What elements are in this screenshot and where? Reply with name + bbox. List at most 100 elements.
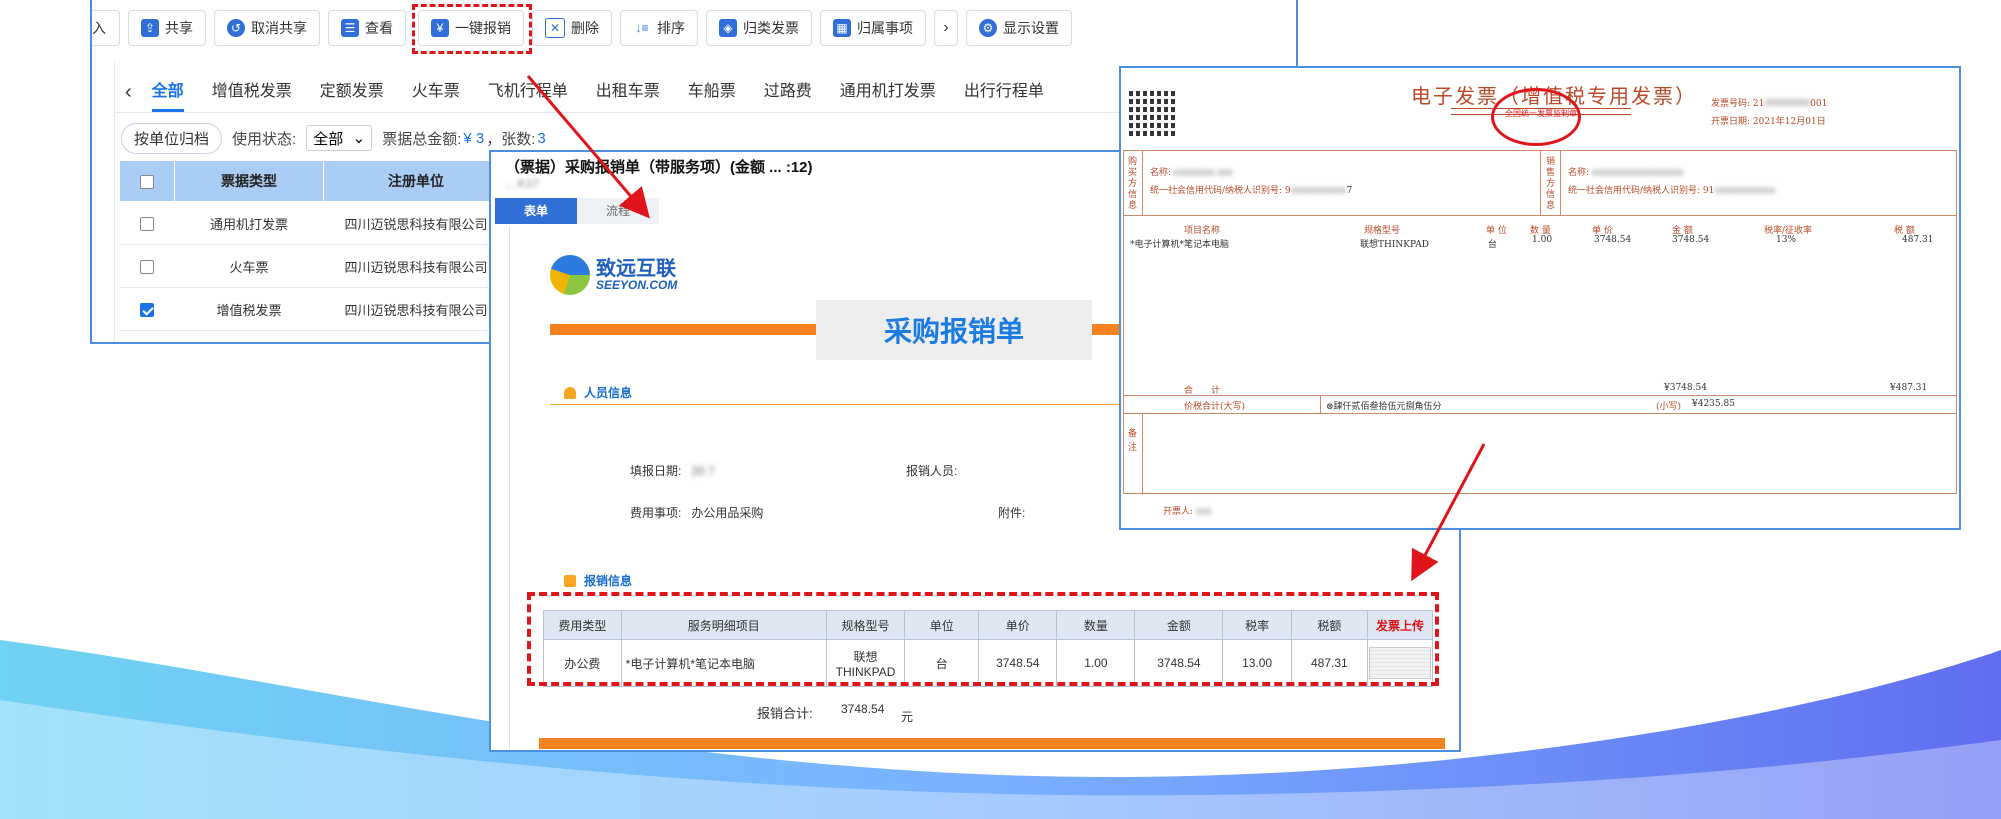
unshare-label: 取消共享 bbox=[251, 20, 307, 36]
person-icon bbox=[564, 386, 576, 399]
tab-machine-printed[interactable]: 通用机打发票 bbox=[826, 72, 950, 112]
status-select[interactable]: 全部 ⌄ bbox=[306, 125, 373, 151]
sum-amount: ¥3748.54 bbox=[1664, 383, 1707, 393]
invoice-table: 票据类型 注册单位 通用机打发票 四川迈锐思科技有限公司 火车票 四川迈锐思科技… bbox=[119, 160, 509, 331]
item-unit: 台 bbox=[1488, 240, 1498, 250]
sort-button[interactable]: ↓≡ 排序 bbox=[620, 10, 698, 46]
select-all-checkbox[interactable] bbox=[140, 175, 154, 190]
expense-item-field: 费用事项: 办公用品采购 bbox=[630, 504, 763, 521]
col-unit: 单 位 bbox=[1486, 226, 1507, 236]
tab-flight[interactable]: 飞机行程单 bbox=[474, 72, 582, 112]
row-checkbox[interactable] bbox=[140, 216, 154, 231]
issuer-label: 开票人: bbox=[1163, 507, 1194, 517]
form-subtitle: ... 4:17 bbox=[505, 178, 539, 190]
reporter-field: 报销人员: bbox=[906, 462, 967, 479]
inv-vline bbox=[1540, 151, 1541, 215]
archive-by-unit-button[interactable]: 按单位归档 bbox=[121, 122, 223, 154]
total-amount-value: ¥ 3 bbox=[463, 129, 485, 147]
row-type: 增值税发票 bbox=[174, 287, 324, 331]
import-button[interactable]: 入 bbox=[92, 10, 120, 46]
inv-hline bbox=[1124, 215, 1956, 216]
item-amount: 3748.54 bbox=[1672, 235, 1710, 245]
status-value: 全部 bbox=[313, 130, 344, 148]
tab-trip[interactable]: 出行行程单 bbox=[950, 72, 1058, 112]
toolbar: 入 ⇪ 共享 ↺ 取消共享 ☰ 查看 ¥ 一键报销 ✕ 删除 ↓≡ 排序 ◈ 归类发票 ▦ 归属… bbox=[92, 8, 1072, 48]
display-settings-label: 显示设置 bbox=[1003, 20, 1059, 36]
tab-vat[interactable]: 增值税发票 bbox=[198, 72, 306, 112]
share-label: 共享 bbox=[165, 20, 193, 36]
attribute-item-button[interactable]: ▦ 归属事项 bbox=[820, 10, 926, 46]
col-item-name: 项目名称 bbox=[1184, 226, 1221, 236]
row-checkbox[interactable] bbox=[140, 259, 154, 274]
seeyon-logo: 致远互联 SEEYON.COM bbox=[550, 250, 690, 300]
reimburse-total-label: 报销合计: bbox=[757, 706, 813, 721]
buyer-name: 名称: xxxxxxxx xxx bbox=[1150, 168, 1233, 178]
attachment-field: 附件: bbox=[998, 504, 1025, 521]
seal-text: 全国统一发票监制章 bbox=[1505, 109, 1577, 118]
unshare-button[interactable]: ↺ 取消共享 bbox=[214, 10, 320, 46]
table-row[interactable]: 通用机打发票 四川迈锐思科技有限公司 bbox=[119, 201, 509, 245]
classify-invoice-button[interactable]: ◈ 归类发票 bbox=[706, 10, 812, 46]
col-unit: 注册单位 bbox=[323, 160, 509, 202]
inv-hline bbox=[1124, 413, 1956, 414]
form-heading: 采购报销单 bbox=[883, 316, 1024, 347]
chevron-left-icon[interactable]: ‹ bbox=[115, 72, 138, 112]
chevron-right-icon: › bbox=[943, 19, 949, 36]
buyer-tax-tail: 7 bbox=[1346, 186, 1353, 196]
expense-item-value: 办公用品采购 bbox=[691, 506, 764, 520]
tab-train[interactable]: 火车票 bbox=[398, 72, 474, 112]
logo-en: SEEYON.COM bbox=[596, 278, 678, 292]
orange-divider-bottom bbox=[539, 738, 1445, 749]
tab-fixed[interactable]: 定额发票 bbox=[306, 72, 398, 112]
buyer-tax-id: 统一社会信用代码/纳税人识别号: 9xxxxxxxxxxx7 bbox=[1150, 186, 1353, 196]
row-checkbox-checked[interactable] bbox=[140, 302, 154, 317]
document-icon bbox=[564, 574, 576, 587]
tab-taxi[interactable]: 出租车票 bbox=[582, 72, 674, 112]
count-label: ，张数: bbox=[486, 130, 536, 148]
attribute-label: 归属事项 bbox=[857, 20, 913, 36]
item-tax: 487.31 bbox=[1902, 235, 1934, 245]
issuer: 开票人: xxx bbox=[1163, 507, 1212, 517]
view-button[interactable]: ☰ 查看 bbox=[328, 10, 406, 46]
tab-form[interactable]: 表单 bbox=[495, 198, 577, 224]
reimburse-total-unit: 元 bbox=[901, 710, 914, 724]
tab-boat[interactable]: 车船票 bbox=[674, 72, 750, 112]
table-row[interactable]: 增值税发票 四川迈锐思科技有限公司 bbox=[119, 287, 509, 331]
import-label: 入 bbox=[92, 20, 106, 36]
reimburse-total-value: 3748.54 bbox=[841, 702, 885, 716]
more-arrow-button[interactable]: › bbox=[934, 10, 958, 46]
row-unit: 四川迈锐思科技有限公司 bbox=[323, 201, 509, 245]
form-tabs: 表单 流程 bbox=[495, 198, 659, 224]
invoice-no-label: 发票号码: 21 bbox=[1711, 99, 1765, 109]
tab-toll[interactable]: 过路费 bbox=[750, 72, 826, 112]
tab-all[interactable]: 全部 bbox=[138, 72, 198, 112]
fill-date-value: 20 7 bbox=[691, 464, 715, 478]
inv-vline bbox=[1320, 395, 1321, 413]
logo-mark-icon bbox=[550, 255, 590, 295]
item-rate: 13% bbox=[1776, 235, 1797, 245]
attachment-label: 附件: bbox=[998, 506, 1026, 520]
inv-vline bbox=[1142, 413, 1143, 495]
total-cn-label: 价税合计(大写) bbox=[1184, 402, 1246, 412]
row-type: 通用机打发票 bbox=[174, 201, 324, 245]
status-label: 使用状态: bbox=[232, 130, 297, 148]
expense-item-label: 费用事项: bbox=[630, 506, 682, 520]
count-value: 3 bbox=[537, 129, 546, 147]
delete-button[interactable]: ✕ 删除 bbox=[532, 10, 612, 46]
col-type: 票据类型 bbox=[174, 160, 324, 202]
inv-vline bbox=[1142, 151, 1143, 215]
sort-icon: ↓≡ bbox=[633, 19, 651, 37]
display-settings-button[interactable]: ⚙ 显示设置 bbox=[966, 10, 1072, 46]
row-unit: 四川迈锐思科技有限公司 bbox=[323, 244, 509, 288]
delete-label: 删除 bbox=[571, 20, 599, 36]
tab-flow[interactable]: 流程 bbox=[577, 198, 659, 224]
row-unit: 四川迈锐思科技有限公司 bbox=[323, 287, 509, 331]
inv-vline bbox=[1560, 151, 1561, 215]
share-button[interactable]: ⇪ 共享 bbox=[128, 10, 206, 46]
share-icon: ⇪ bbox=[141, 19, 159, 37]
item-price: 3748.54 bbox=[1594, 235, 1632, 245]
invoice-body: 购买方信息 销售方信息 名称: xxxxxxxx xxx 统一社会信用代码/纳税… bbox=[1123, 150, 1957, 495]
form-title: （票据）采购报销单（带服务项）(金额 ... :12) bbox=[505, 159, 813, 176]
remark-label: 备注 bbox=[1128, 429, 1138, 453]
table-row[interactable]: 火车票 四川迈锐思科技有限公司 bbox=[119, 244, 509, 288]
